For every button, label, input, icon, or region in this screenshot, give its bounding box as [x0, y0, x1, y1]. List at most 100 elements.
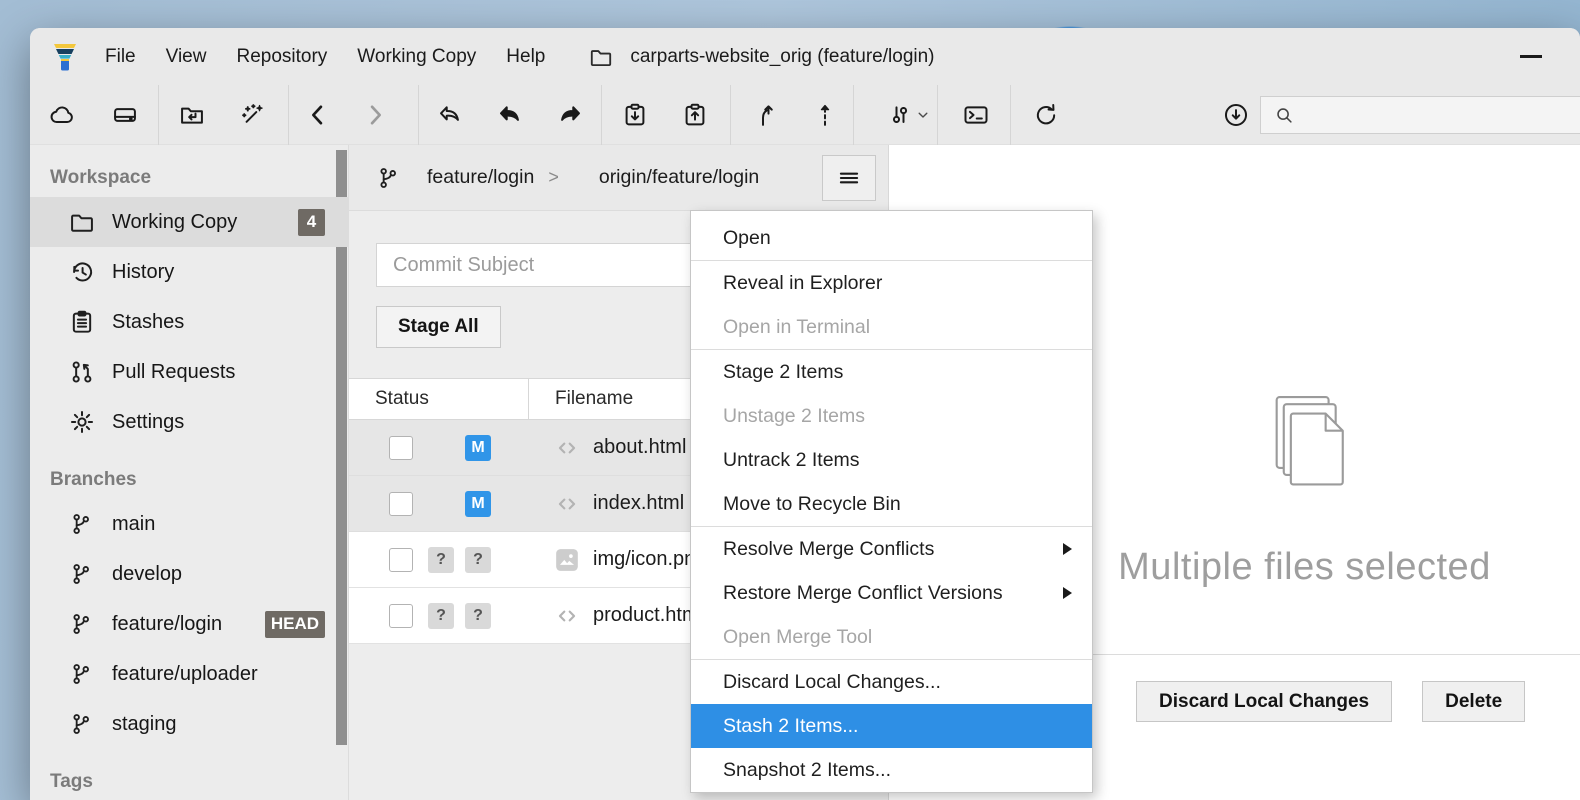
window-title: carparts-website_orig (feature/login): [630, 46, 934, 68]
menu-file[interactable]: File: [90, 28, 151, 85]
clipboard-pull-icon[interactable]: [613, 93, 657, 137]
menu-item-move-to-recycle-bin[interactable]: Move to Recycle Bin: [691, 482, 1092, 526]
sidebar-item-label: feature/login: [112, 613, 222, 636]
breadcrumb-separator: >: [548, 167, 559, 188]
checkbox[interactable]: [389, 492, 413, 516]
checkbox[interactable]: [389, 436, 413, 460]
menu-item-label: Snapshot 2 Items...: [723, 759, 891, 782]
menu-item-label: Discard Local Changes...: [723, 671, 941, 694]
menu-item-label: Untrack 2 Items: [723, 449, 860, 472]
branch-icon: [68, 511, 94, 537]
menu-item-untrack-2-items[interactable]: Untrack 2 Items: [691, 438, 1092, 482]
menu-item-label: Unstage 2 Items: [723, 405, 865, 428]
toolbar-separator: [288, 85, 289, 145]
untracked-badge: ?: [465, 603, 491, 629]
untracked-badge: ?: [428, 603, 454, 629]
hamburger-icon: [836, 165, 862, 191]
refresh-icon[interactable]: [1024, 93, 1068, 137]
chevron-right-icon[interactable]: [353, 93, 397, 137]
status-cell: ??: [349, 532, 529, 587]
menu-item-stage-2-items[interactable]: Stage 2 Items: [691, 350, 1092, 394]
delete-button[interactable]: Delete: [1422, 681, 1525, 722]
menu-item-open[interactable]: Open: [691, 216, 1092, 260]
redo-filled-icon[interactable]: [548, 93, 592, 137]
sidebar-item-label: Settings: [112, 411, 184, 434]
menu-item-label: Open: [723, 227, 771, 250]
sidebar-item-stashes[interactable]: Stashes: [30, 297, 348, 347]
column-header-status[interactable]: Status: [349, 379, 529, 419]
sidebar-item-settings[interactable]: Settings: [30, 397, 348, 447]
branch-icon: [68, 611, 94, 637]
menu-item-reveal-in-explorer[interactable]: Reveal in Explorer: [691, 261, 1092, 305]
menu-item-restore-merge-conflict-versions[interactable]: Restore Merge Conflict Versions: [691, 571, 1092, 615]
untracked-badge: ?: [465, 547, 491, 573]
code-file-icon: [554, 603, 580, 629]
branch-icon: [68, 711, 94, 737]
terminal-icon[interactable]: [954, 93, 998, 137]
search-box[interactable]: [1260, 96, 1580, 134]
sidebar-section-tags: Tags: [50, 763, 348, 800]
chevron-left-icon[interactable]: [296, 93, 340, 137]
menu-item-discard-local-changes[interactable]: Discard Local Changes...: [691, 660, 1092, 704]
sidebar-item-main[interactable]: main: [30, 499, 348, 549]
sidebar-item-pull-requests[interactable]: Pull Requests: [30, 347, 348, 397]
sidebar-item-label: main: [112, 513, 155, 536]
menu-item-label: Resolve Merge Conflicts: [723, 538, 934, 561]
main-content: WorkspaceWorking Copy4HistoryStashes Pull…: [30, 145, 1580, 800]
status-cell: M: [349, 420, 529, 475]
menubar: File View Repository Working Copy Help: [90, 28, 560, 85]
clipboard-push-icon[interactable]: [673, 93, 717, 137]
download-circle-icon[interactable]: [1214, 93, 1258, 137]
minimize-button[interactable]: [1520, 55, 1542, 58]
upstream-branch[interactable]: origin/feature/login: [599, 166, 759, 189]
undo-filled-icon[interactable]: [488, 93, 532, 137]
discard-local-changes-button[interactable]: Discard Local Changes: [1136, 681, 1392, 722]
cloud-icon[interactable]: [41, 93, 85, 137]
menu-item-snapshot-2-items[interactable]: Snapshot 2 Items...: [691, 748, 1092, 792]
menu-repository[interactable]: Repository: [221, 28, 342, 85]
wand-icon[interactable]: [231, 93, 275, 137]
menu-item-label: Reveal in Explorer: [723, 272, 882, 295]
sidebar-item-develop[interactable]: develop: [30, 549, 348, 599]
history-icon: [68, 258, 96, 286]
sidebar-item-staging[interactable]: staging: [30, 699, 348, 749]
menu-item-label: Stash 2 Items...: [723, 715, 858, 738]
undo-outline-icon[interactable]: [428, 93, 472, 137]
sidebar-item-working-copy[interactable]: Working Copy4: [30, 197, 348, 247]
checkbox[interactable]: [389, 604, 413, 628]
sidebar-item-label: staging: [112, 713, 177, 736]
sidebar-section-branches: Branches: [50, 461, 348, 499]
menu-item-label: Open in Terminal: [723, 316, 870, 339]
toolbar-separator: [418, 85, 419, 145]
sidebar-item-feature-uploader[interactable]: feature/uploader: [30, 649, 348, 699]
branch-menu-button[interactable]: [822, 155, 876, 201]
head-badge: HEAD: [265, 611, 325, 638]
merge-arrow-icon[interactable]: [743, 93, 787, 137]
search-input[interactable]: [1305, 105, 1545, 125]
submenu-arrow-icon: [1063, 587, 1072, 599]
stage-all-button[interactable]: Stage All: [376, 306, 501, 348]
menu-view[interactable]: View: [151, 28, 222, 85]
sidebar-section-workspace: Workspace: [50, 159, 348, 197]
sidebar-item-label: Pull Requests: [112, 361, 235, 384]
selection-message: Multiple files selected: [1029, 546, 1580, 589]
branch-icon: [68, 661, 94, 687]
menu-help[interactable]: Help: [491, 28, 560, 85]
folder-return-icon[interactable]: [170, 93, 214, 137]
sidebar-item-feature-login[interactable]: feature/login HEAD: [30, 599, 348, 649]
title-bar: File View Repository Working Copy Help c…: [30, 28, 1580, 85]
menu-item-open-in-terminal: Open in Terminal: [691, 305, 1092, 349]
sidebar-item-history[interactable]: History: [30, 247, 348, 297]
menu-working-copy[interactable]: Working Copy: [342, 28, 491, 85]
menu-item-stash-2-items[interactable]: Stash 2 Items...: [691, 704, 1092, 748]
checkbox[interactable]: [389, 548, 413, 572]
toolbar-separator: [853, 85, 854, 145]
branch-icon: [375, 165, 401, 191]
menu-item-label: Open Merge Tool: [723, 626, 872, 649]
dashed-up-arrow-icon[interactable]: [803, 93, 847, 137]
repo-folder-icon: [586, 44, 616, 70]
sidebar-item-label: Working Copy: [112, 211, 237, 234]
drive-icon[interactable]: [103, 93, 147, 137]
menu-item-resolve-merge-conflicts[interactable]: Resolve Merge Conflicts: [691, 527, 1092, 571]
current-branch[interactable]: feature/login: [427, 166, 534, 189]
